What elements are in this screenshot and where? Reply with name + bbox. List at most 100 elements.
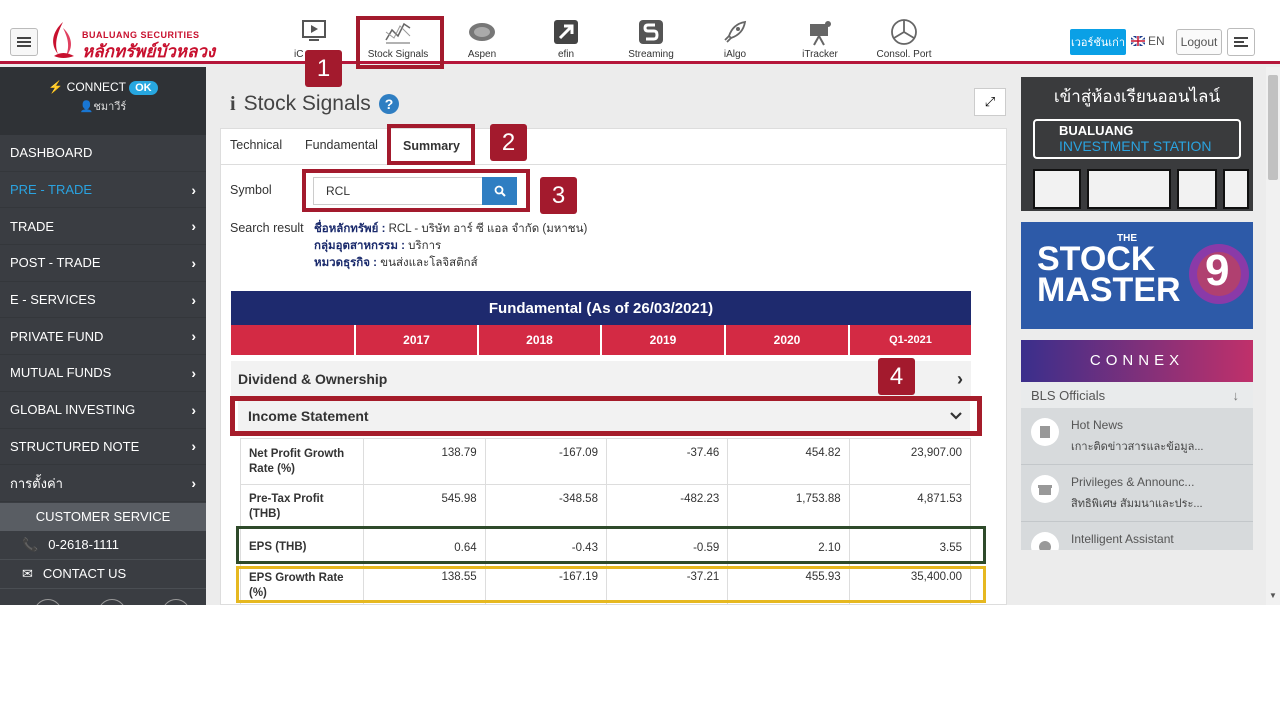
- sidebar-item-dashboard[interactable]: DASHBOARD: [0, 135, 206, 172]
- tab-fundamental[interactable]: Fundamental: [305, 138, 378, 152]
- year-header-empty: [231, 325, 354, 355]
- table-row: Net Profit Growth Rate (%) 138.79 -167.0…: [239, 438, 972, 485]
- tool-efin[interactable]: efin: [526, 18, 606, 60]
- sidebar-item-private-fund[interactable]: PRIVATE FUND ›: [0, 318, 206, 356]
- page-scrollbar[interactable]: ▼: [1266, 67, 1280, 605]
- callout-number: 3: [540, 177, 577, 214]
- chevron-right-icon: ›: [191, 364, 196, 381]
- phone-mock: [1223, 169, 1249, 209]
- tool-itracker[interactable]: iTracker: [780, 18, 860, 60]
- online-class-banner[interactable]: เข้าสู่ห้องเรียนออนไลน์ BUALUANG INVESTM…: [1021, 77, 1253, 211]
- sidebar-item-post-trade[interactable]: POST - TRADE ›: [0, 245, 206, 282]
- arrow-down-icon[interactable]: ↓: [1233, 388, 1240, 403]
- chevron-right-icon: ›: [191, 475, 196, 492]
- feed-title: Privileges & Announc...: [1071, 475, 1195, 489]
- chevron-right-icon: ›: [191, 328, 196, 345]
- scroll-down-arrow-icon[interactable]: ▼: [1269, 591, 1277, 600]
- feed-item-hot-news[interactable]: Hot News เกาะติดข่าวสารและข้อมูล...: [1021, 408, 1253, 465]
- chevron-right-icon: ›: [191, 218, 196, 235]
- language-label: EN: [1148, 34, 1165, 48]
- fullscreen-button[interactable]: ⤢: [974, 88, 1006, 116]
- table-cell: 4,871.53: [848, 484, 972, 529]
- pie-icon: [891, 19, 917, 45]
- help-icon[interactable]: ?: [378, 94, 399, 114]
- itracker-icon: [810, 21, 831, 46]
- bls-officials-header: BLS Officials ↓: [1021, 382, 1253, 408]
- sidebar-item-pre-trade[interactable]: PRE - TRADE ›: [0, 172, 206, 209]
- result-industry-key: กลุ่มอุตสาหกรรม :: [314, 240, 405, 252]
- sidebar-item-settings[interactable]: การตั้งค่า ›: [0, 465, 206, 502]
- page-title: i Stock Signals ?: [230, 92, 399, 116]
- connex-logo: CONNEX: [1021, 340, 1253, 382]
- user-name: 👤ชมาวีร์: [0, 97, 206, 115]
- year-header-row: 2017 2018 2019 2020 Q1-2021: [231, 325, 971, 355]
- result-sector-key: หมวดธุรกิจ :: [314, 257, 378, 269]
- tool-ialgo[interactable]: iAlgo: [695, 18, 775, 60]
- right-menu-button[interactable]: [1227, 28, 1255, 56]
- hamburger-icon: [17, 37, 31, 47]
- social-links: [0, 589, 206, 605]
- callout-number: 1: [305, 50, 342, 87]
- chevron-right-icon: ›: [191, 254, 196, 271]
- result-name: ชื่อหลักทรัพย์ : RCL - บริษัท อาร์ ซี แอ…: [314, 220, 587, 238]
- phone-link[interactable]: 📞 0-2618-1111: [0, 531, 206, 560]
- efin-icon: [554, 20, 578, 44]
- connect-label: CONNECT: [66, 80, 126, 94]
- language-switch[interactable]: EN: [1131, 34, 1165, 48]
- table-cell: -167.09: [484, 438, 607, 485]
- expand-icon: ⤢: [984, 94, 996, 109]
- sidebar-item-label: TRADE: [10, 218, 55, 234]
- table-cell: -37.46: [605, 438, 729, 485]
- table-cell: -482.23: [605, 484, 729, 529]
- twitter-icon[interactable]: [98, 598, 126, 605]
- banner-master: MASTER: [1037, 271, 1181, 309]
- old-version-button[interactable]: เวอร์ชันเก่า: [1070, 29, 1126, 55]
- result-name-value: RCL - บริษัท อาร์ ซี แอล จำกัด (มหาชน): [388, 223, 588, 235]
- banner-sub: INVESTMENT STATION: [1059, 138, 1212, 154]
- list-menu-icon: [1234, 37, 1248, 47]
- contact-us-link[interactable]: ✉ CONTACT US: [0, 560, 206, 589]
- stock-master-banner[interactable]: THE STOCK MASTER 9: [1021, 222, 1253, 329]
- sidebar-item-label: PRE - TRADE: [10, 182, 93, 198]
- gift-icon: [1031, 475, 1059, 503]
- sidebar-item-structured-note[interactable]: STRUCTURED NOTE ›: [0, 429, 206, 466]
- sidebar-item-trade[interactable]: TRADE ›: [0, 208, 206, 246]
- aspen-icon: [469, 23, 495, 41]
- chevron-right-icon: ›: [191, 401, 196, 418]
- tool-streaming[interactable]: Streaming: [611, 18, 691, 60]
- sidebar-item-e-services[interactable]: E - SERVICES ›: [0, 282, 206, 319]
- table-cell: 23,907.00: [848, 438, 972, 485]
- tool-aspen[interactable]: Aspen: [442, 18, 522, 60]
- tool-consol-port[interactable]: Consol. Port: [864, 18, 944, 60]
- sidebar-item-global-investing[interactable]: GLOBAL INVESTING ›: [0, 392, 206, 429]
- result-sector-value: ขนส่งและโลจิสติกส์: [380, 257, 478, 269]
- logout-button[interactable]: Logout: [1176, 29, 1222, 55]
- youtube-icon[interactable]: [162, 598, 190, 605]
- tab-divider: [220, 164, 1007, 165]
- highlight-box-eps: [236, 526, 986, 564]
- facebook-icon[interactable]: [34, 598, 62, 605]
- sidebar-item-label: GLOBAL INVESTING: [10, 402, 136, 418]
- feed-item-privileges[interactable]: Privileges & Announc... สิทธิพิเศษ สัมมนา…: [1021, 465, 1253, 522]
- tab-technical[interactable]: Technical: [230, 138, 282, 152]
- feed-title: Hot News: [1071, 418, 1124, 432]
- lightning-icon: ⚡: [48, 80, 64, 94]
- scrollbar-thumb[interactable]: [1268, 75, 1278, 180]
- investment-station-box: BUALUANG INVESTMENT STATION: [1033, 119, 1241, 159]
- feed-item-intelligent-assistant[interactable]: Intelligent Assistant: [1021, 522, 1253, 550]
- tool-label: efin: [557, 49, 575, 60]
- logo-text-th: หลักทรัพย์บัวหลวง: [82, 42, 216, 61]
- hamburger-menu-button[interactable]: [10, 28, 38, 56]
- info-icon: i: [230, 92, 236, 115]
- year-header-cell: 2020: [724, 325, 848, 355]
- ichart-icon: [302, 20, 326, 41]
- callout-box-summary-tab: [387, 124, 475, 165]
- user-name-text: ชมาวีร์: [93, 101, 127, 113]
- news-icon: [1031, 418, 1059, 446]
- section-dividend-ownership[interactable]: Dividend & Ownership ›: [231, 361, 971, 397]
- sidebar-item-mutual-funds[interactable]: MUTUAL FUNDS ›: [0, 355, 206, 392]
- row-label: Pre-Tax Profit (THB): [239, 484, 365, 529]
- top-bar: BUALUANG SECURITIES หลักทรัพย์บัวหลวง iC…: [0, 0, 1280, 64]
- callout-box-symbol-search: [302, 169, 530, 212]
- tool-label: Streaming: [628, 49, 674, 60]
